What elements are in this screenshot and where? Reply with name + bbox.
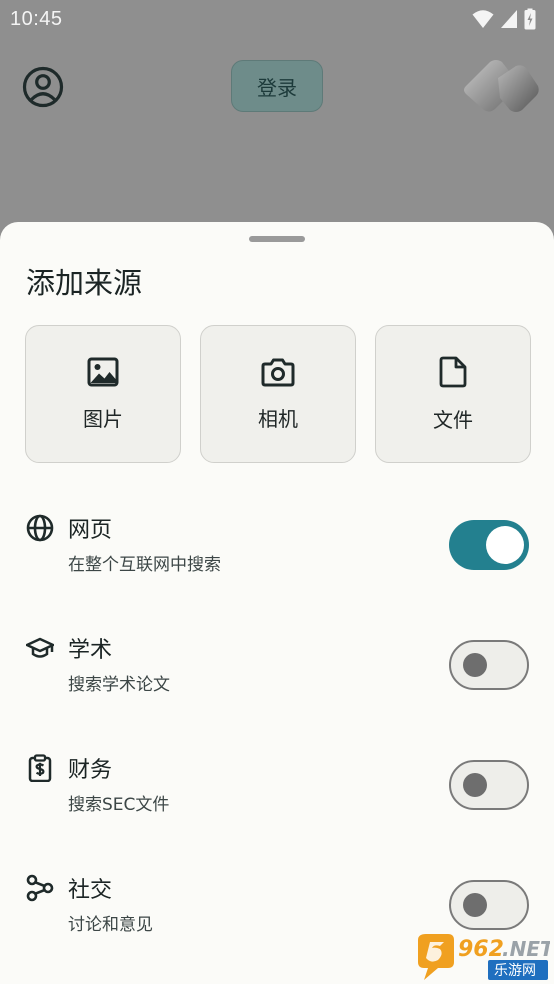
web-toggle[interactable] [449, 520, 529, 570]
option-academic-desc: 搜索学术论文 [68, 675, 170, 695]
sheet-drag-handle[interactable] [249, 236, 305, 242]
toggle-knob [463, 892, 487, 917]
camera-source-card[interactable]: 相机 [200, 325, 356, 463]
status-bar: 10:45 [0, 0, 554, 38]
option-academic-title: 学术 [68, 638, 113, 663]
svg-text:962: 962 [458, 937, 504, 962]
add-source-sheet: 添加来源 图片 相机 文件 网页 在整个互联网中搜索 学术 搜索学术论文 财务 … [0, 222, 554, 984]
camera-icon [261, 358, 295, 386]
source-cards: 图片 相机 文件 [25, 325, 531, 463]
toggle-knob [463, 772, 487, 797]
finance-toggle[interactable] [449, 760, 529, 810]
image-source-card[interactable]: 图片 [25, 325, 181, 463]
status-icons [472, 8, 536, 30]
option-finance[interactable]: 财务 搜索SEC文件 [0, 748, 554, 848]
image-card-label: 图片 [83, 406, 123, 431]
social-toggle[interactable] [449, 880, 529, 930]
option-web-desc: 在整个互联网中搜索 [68, 555, 221, 575]
image-icon [87, 357, 119, 386]
svg-text:.NET: .NET [502, 937, 550, 961]
option-social-title: 社交 [68, 878, 113, 903]
app-logo-icon [464, 60, 539, 112]
file-source-card[interactable]: 文件 [375, 325, 531, 463]
battery-icon [524, 8, 536, 30]
file-icon [439, 356, 467, 387]
cell-signal-icon [501, 10, 517, 28]
toggle-knob [486, 526, 524, 564]
account-circle-icon[interactable] [22, 66, 64, 108]
option-web[interactable]: 网页 在整个互联网中搜索 [0, 508, 554, 608]
academic-toggle[interactable] [449, 640, 529, 690]
option-social-desc: 讨论和意见 [68, 915, 153, 935]
option-finance-title: 财务 [68, 758, 113, 783]
status-time: 10:45 [10, 7, 63, 30]
wifi-icon [472, 10, 494, 28]
svg-text:乐游网: 乐游网 [494, 963, 536, 979]
login-button[interactable]: 登录 [231, 60, 323, 112]
graduation-cap-icon [26, 637, 54, 658]
finance-clipboard-icon [28, 754, 52, 782]
option-academic[interactable]: 学术 搜索学术论文 [0, 628, 554, 728]
file-card-label: 文件 [433, 407, 473, 432]
watermark-logo: 962 .NET 乐游网 [418, 934, 550, 980]
option-web-title: 网页 [68, 518, 113, 543]
social-network-icon [26, 874, 54, 902]
camera-card-label: 相机 [258, 406, 298, 431]
toggle-knob [463, 652, 487, 677]
option-finance-desc: 搜索SEC文件 [68, 795, 170, 815]
app-header: 登录 [0, 38, 554, 222]
sheet-title: 添加来源 [26, 266, 143, 300]
globe-icon [26, 514, 54, 542]
